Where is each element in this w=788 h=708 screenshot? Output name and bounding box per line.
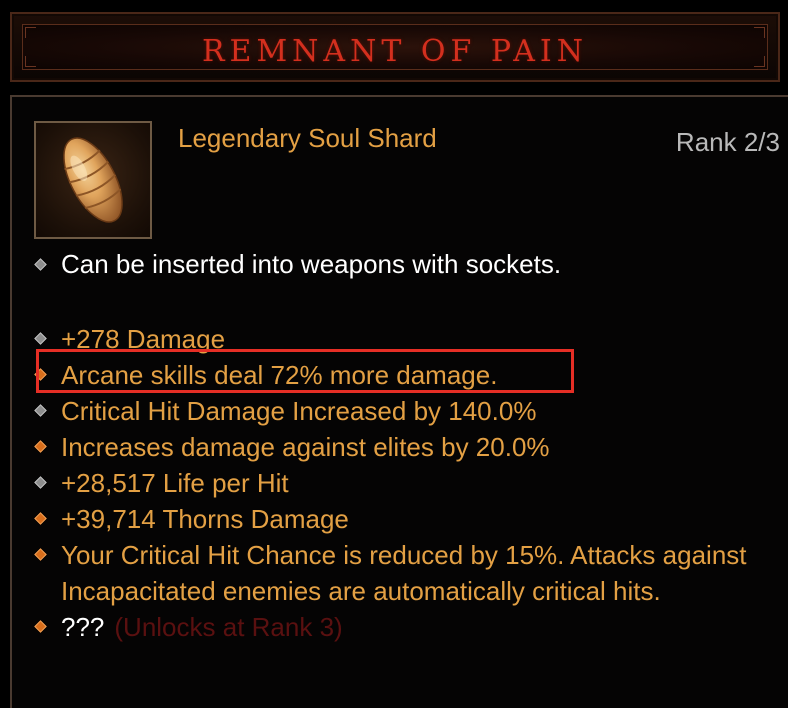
diamond-bullet-icon: [34, 512, 47, 525]
affix-line: +28,517 Life per Hit: [34, 465, 788, 501]
highlight-annotation-box: [36, 349, 574, 393]
item-tooltip-panel: Legendary Soul Shard Rank 2/3 Can be ins…: [10, 95, 788, 708]
item-title-banner: REMNANT OF PAIN: [10, 12, 780, 82]
diamond-bullet-icon: [34, 258, 47, 271]
affix-line: Increases damage against elites by 20.0%: [34, 429, 788, 465]
diamond-bullet-icon: [34, 620, 47, 633]
item-description: Can be inserted into weapons with socket…: [34, 249, 561, 280]
locked-affix-text: ???: [61, 612, 105, 642]
diamond-bullet-icon: [34, 548, 47, 561]
diamond-bullet-icon: [34, 476, 47, 489]
soul-shard-icon: [63, 137, 123, 223]
item-rank: Rank 2/3: [675, 127, 780, 157]
affix-line: Your Critical Hit Chance is reduced by 1…: [34, 537, 788, 609]
affix-text: Critical Hit Damage Increased by 140.0%: [61, 396, 537, 426]
affix-line: Critical Hit Damage Increased by 140.0%: [34, 393, 788, 429]
affix-text: Increases damage against elites by 20.0%: [61, 432, 550, 462]
locked-affix-line: ??? (Unlocks at Rank 3): [34, 609, 788, 645]
affix-text: +28,517 Life per Hit: [61, 468, 289, 498]
diamond-bullet-icon: [34, 404, 47, 417]
diamond-bullet-icon: [34, 332, 47, 345]
unlock-requirement: (Unlocks at Rank 3): [114, 612, 343, 642]
diamond-bullet-icon: [34, 440, 47, 453]
item-icon-frame: [34, 121, 152, 239]
affix-line: +39,714 Thorns Damage: [34, 501, 788, 537]
affix-text: Your Critical Hit Chance is reduced by 1…: [61, 540, 747, 606]
description-text: Can be inserted into weapons with socket…: [61, 249, 562, 279]
item-rarity-type: Legendary Soul Shard: [178, 123, 437, 153]
affix-text: +39,714 Thorns Damage: [61, 504, 349, 534]
item-name: REMNANT OF PAIN: [201, 34, 589, 69]
